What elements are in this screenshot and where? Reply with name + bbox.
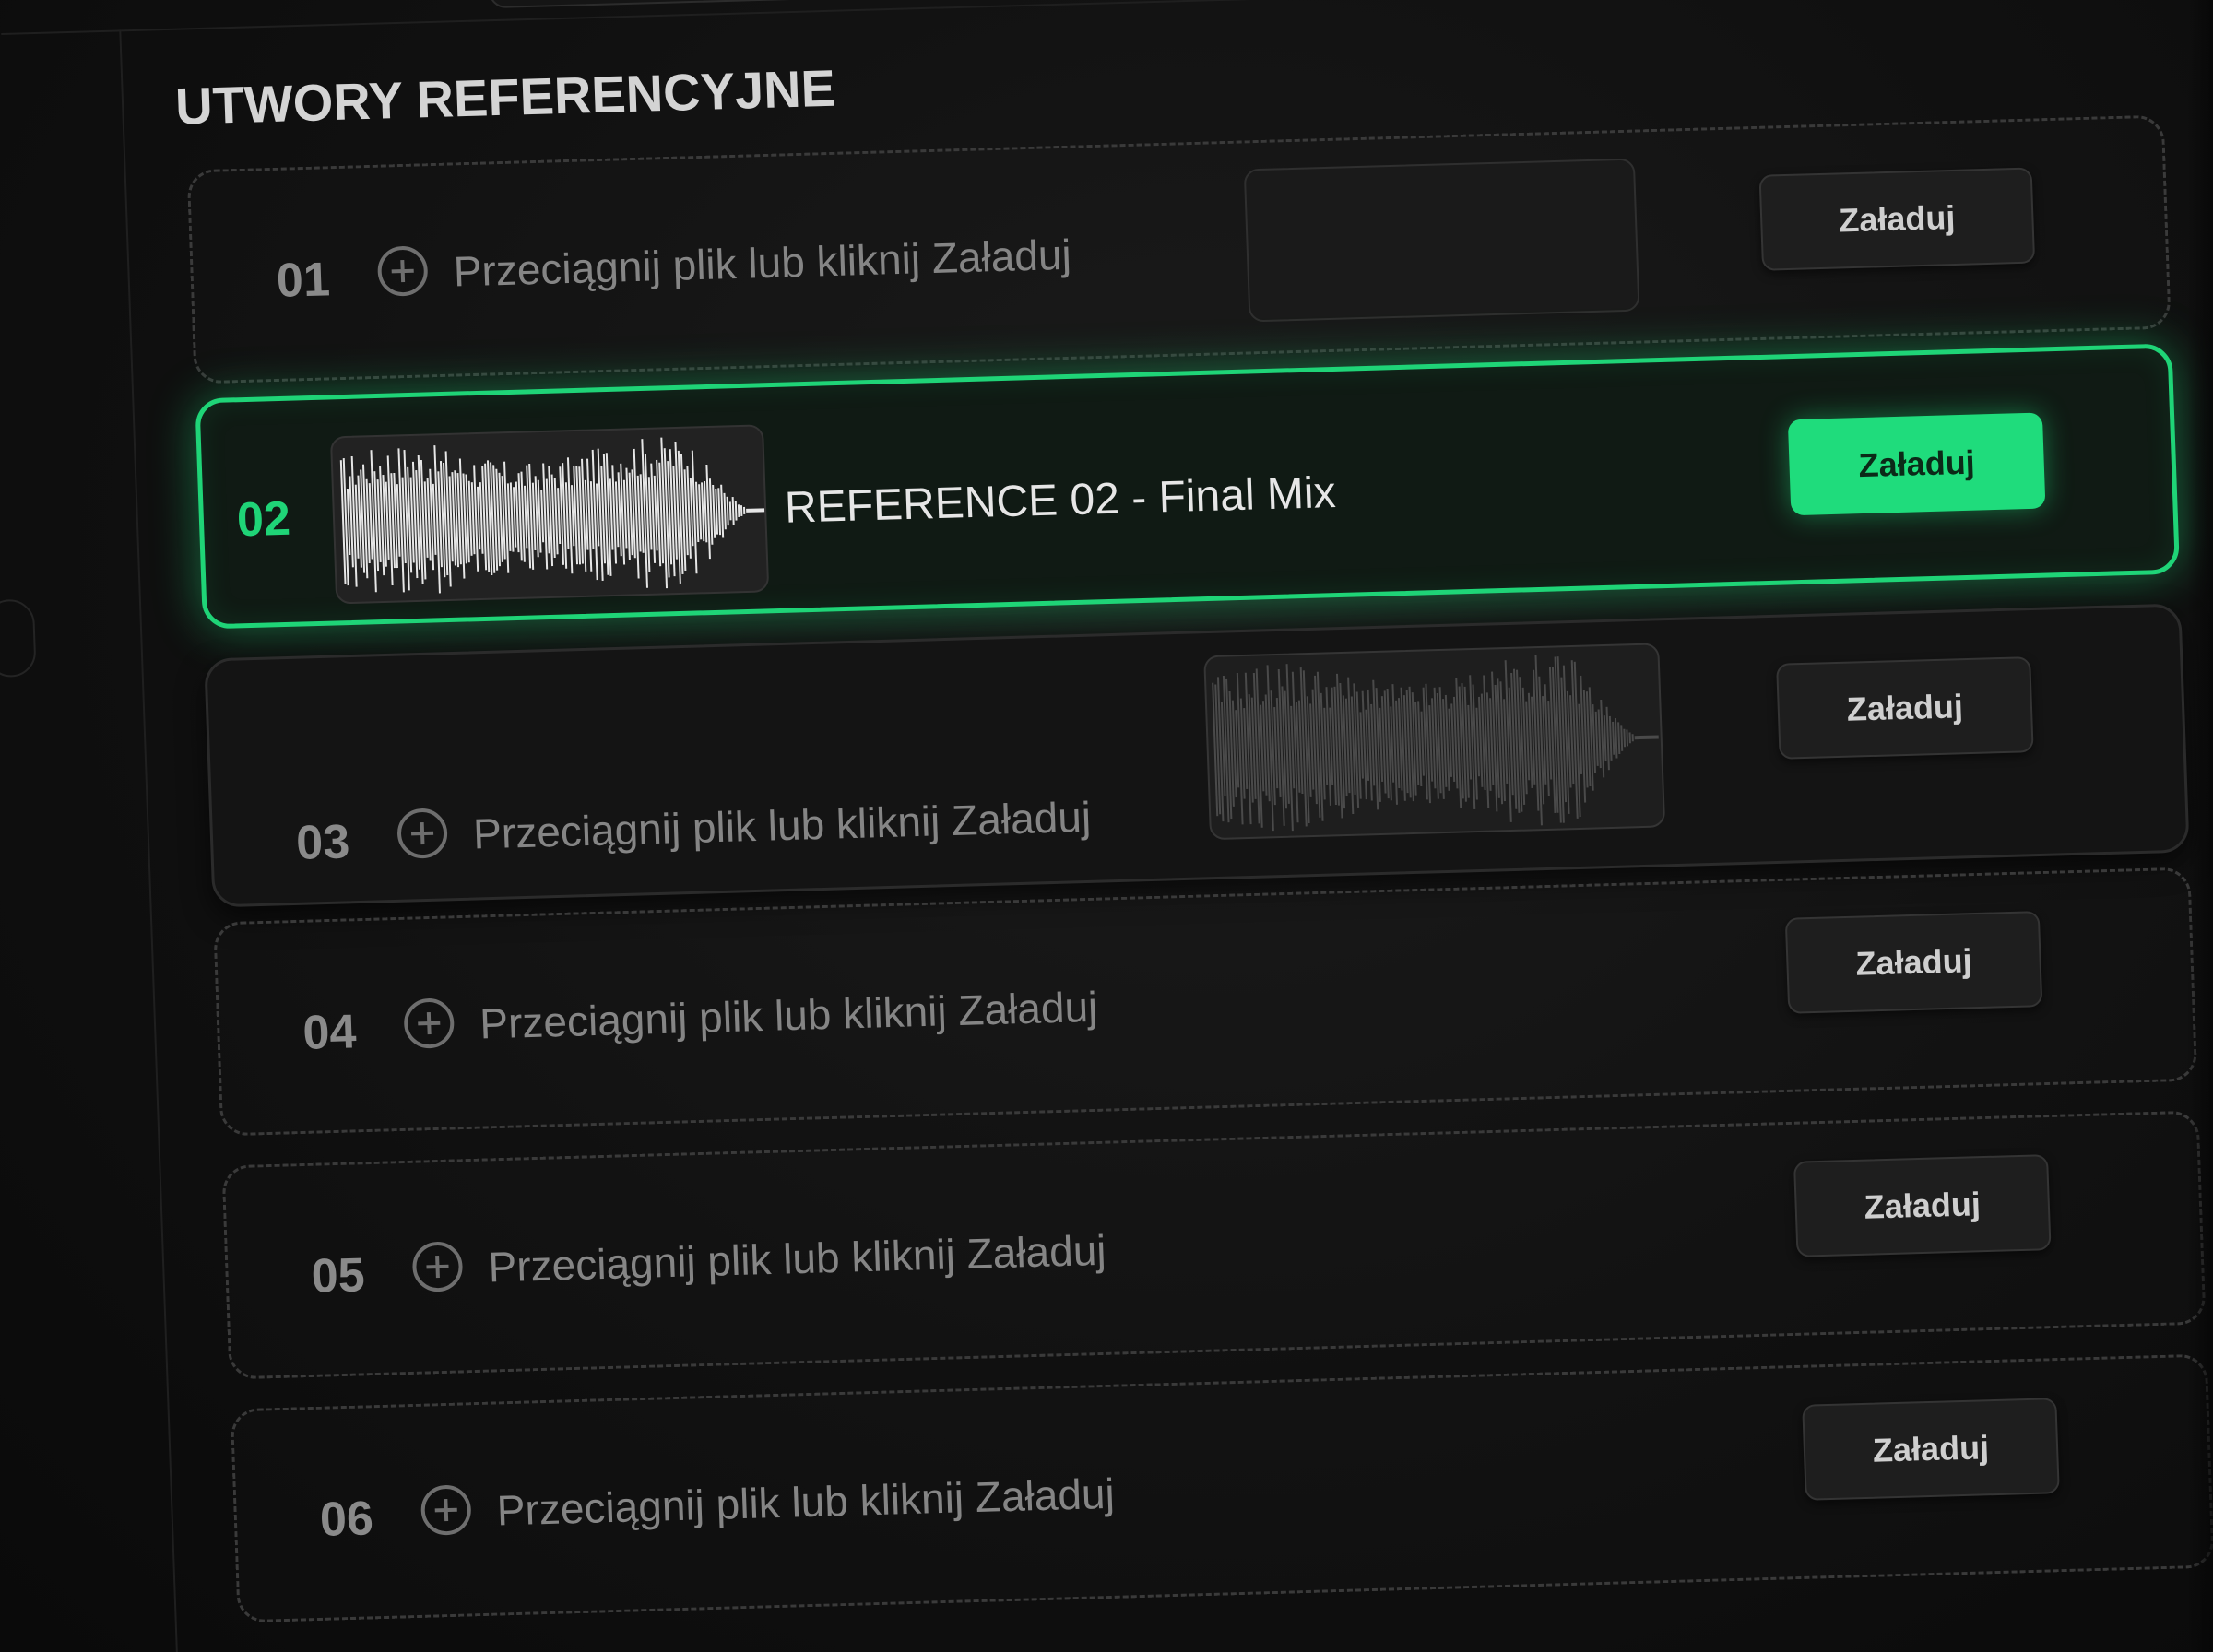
track-number: 04 [302,1005,358,1060]
load-button[interactable]: Załaduj [1784,911,2043,1014]
load-button[interactable]: Załaduj [1793,1154,2052,1257]
waveform-icon [1212,655,1659,832]
track-number: 06 [318,1492,374,1547]
plus-circle-icon[interactable] [403,997,456,1049]
plus-circle-icon[interactable] [411,1241,464,1292]
load-button[interactable]: Załaduj [1802,1398,2060,1501]
waveform-preview [329,424,770,605]
sidebar-toggle-handle[interactable] [0,598,37,678]
track-slot-02[interactable]: 02 REFERENCE 02 - Final Mix Załaduj [195,343,2181,630]
sidebar-divider [119,30,180,1652]
track-slot-01[interactable]: 01 Przeciągnij plik lub kliknij Załaduj … [186,114,2172,384]
track-number: 02 [235,491,291,548]
panel-edge-shadow [2187,0,2213,1652]
drop-hint: Przeciągnij plik lub kliknij Załaduj [495,1469,1116,1535]
track-slot-03[interactable]: 03 Przeciągnij plik lub kliknij Załaduj … [204,603,2190,908]
waveform-preview [1203,643,1666,841]
drop-hint: Przeciągnij plik lub kliknij Załaduj [487,1225,1107,1292]
track-slot-05[interactable]: 05 Przeciągnij plik lub kliknij Załaduj … [221,1110,2207,1380]
drop-hint: Przeciągnij plik lub kliknij Załaduj [472,792,1092,858]
plus-circle-icon[interactable] [420,1484,472,1536]
track-number: 03 [295,815,351,870]
waveform-icon [339,437,765,594]
section-title: UTWORY REFERENCYJNE [174,58,836,136]
track-number: 05 [310,1248,366,1304]
plus-circle-icon[interactable] [376,245,429,297]
plus-circle-icon[interactable] [396,808,449,859]
app-screen: UTWORY REFERENCYJNE 01 Przeciągnij plik … [0,0,2213,1652]
load-button[interactable]: Załaduj [1776,656,2034,760]
track-number: 01 [275,253,331,308]
waveform-placeholder [1243,158,1640,323]
track-title: REFERENCE 02 - Final Mix [784,468,1337,533]
load-button[interactable]: Załaduj [1787,412,2046,516]
drop-hint: Przeciągnij plik lub kliknij Załaduj [479,982,1099,1048]
track-slot-06[interactable]: 06 Przeciągnij plik lub kliknij Załaduj … [230,1353,2213,1623]
drop-hint: Przeciągnij plik lub kliknij Załaduj [452,230,1072,296]
header-divider [1,0,2213,35]
reference-tracks-panel: UTWORY REFERENCYJNE 01 Przeciągnij plik … [0,0,2213,1652]
load-button[interactable]: Załaduj [1758,167,2036,271]
track-slot-04[interactable]: 04 Przeciągnij plik lub kliknij Załaduj … [213,867,2198,1137]
